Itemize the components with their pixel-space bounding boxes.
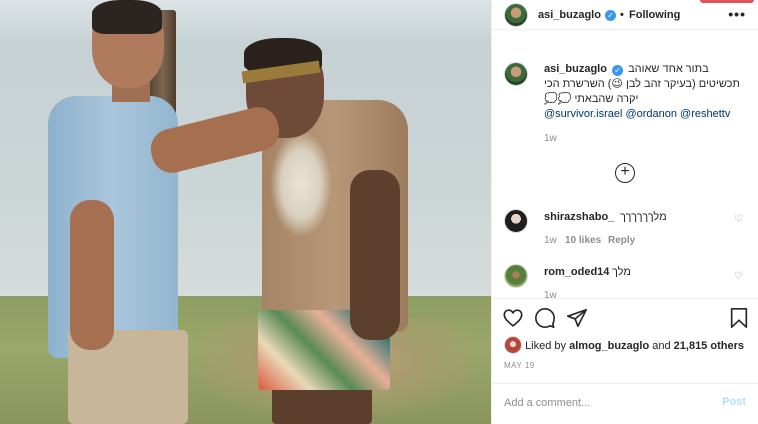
- photo-contestant-legs: [272, 384, 372, 424]
- caption-mentions[interactable]: @survivor.israel @ordanon @reshettv: [544, 107, 749, 122]
- comment-text: מלךךךךךך: [620, 211, 667, 223]
- photo-contestant-arm: [350, 170, 400, 340]
- comment-like-heart-icon[interactable]: ♡: [734, 215, 744, 225]
- more-horizontal-icon[interactable]: •••: [728, 6, 746, 22]
- verified-badge-icon: ✓: [612, 65, 624, 76]
- liked-by-user[interactable]: almog_buzaglo: [569, 340, 649, 352]
- caption-line-2: תכשיטים (בעיקר זהב לבן 😉) השרשרת הכי: [544, 78, 741, 90]
- comment-text: מלך: [612, 266, 631, 278]
- post-actions: Liked by almog_buzaglo and 21,815 others…: [492, 298, 758, 412]
- post-date: MAY 19: [504, 361, 535, 370]
- comment-reply-button[interactable]: Reply: [608, 235, 635, 246]
- likes-summary: Liked by almog_buzaglo and 21,815 others: [504, 336, 744, 355]
- post-header: asi_buzaglo ✓ • Following •••: [492, 0, 758, 30]
- comment-icon[interactable]: [534, 307, 556, 329]
- author-avatar[interactable]: [504, 3, 528, 27]
- comment-like-heart-icon[interactable]: ♡: [734, 272, 744, 282]
- post-image[interactable]: [0, 0, 491, 424]
- add-comment-row: Post: [492, 383, 758, 423]
- following-button[interactable]: Following: [629, 9, 680, 21]
- comment-username[interactable]: shirazshabo_: [544, 211, 614, 223]
- photo-host-arm: [70, 200, 114, 350]
- comment-time: 1w: [544, 235, 557, 246]
- bookmark-icon[interactable]: [728, 307, 750, 329]
- verified-badge-icon: ✓: [605, 10, 616, 21]
- heart-icon[interactable]: [502, 307, 524, 329]
- liked-by-prefix: Liked by: [525, 339, 567, 352]
- photo-contestant-necklace: [270, 130, 332, 238]
- caption-avatar[interactable]: [504, 62, 528, 86]
- caption-line-3: יקרה שהבאתי 💭💭: [544, 93, 639, 105]
- caption-line-1: בתור אחד שאוהב: [628, 63, 709, 75]
- photo-sky: [0, 0, 491, 40]
- caption-time: 1w: [544, 133, 557, 144]
- liker-avatar[interactable]: [504, 336, 522, 354]
- send-icon[interactable]: [566, 307, 588, 329]
- comment-likes[interactable]: 10 likes: [565, 235, 601, 246]
- post-sidebar: asi_buzaglo ✓ • Following ••• asi_buzagl…: [491, 0, 758, 424]
- header-separator: •: [620, 9, 624, 21]
- comment-avatar[interactable]: [504, 264, 528, 288]
- comment-username[interactable]: rom_oded14: [544, 266, 609, 278]
- photo-host-hair: [92, 0, 162, 34]
- comment-avatar[interactable]: [504, 209, 528, 233]
- plus-circle-icon[interactable]: +: [615, 163, 635, 183]
- add-comment-input[interactable]: [504, 394, 704, 412]
- post-comment-button[interactable]: Post: [722, 396, 746, 408]
- liked-by-others[interactable]: 21,815 others: [674, 340, 744, 352]
- header-username[interactable]: asi_buzaglo: [538, 9, 601, 21]
- caption-username[interactable]: asi_buzaglo: [544, 63, 607, 75]
- liked-by-and: and: [652, 339, 671, 352]
- caption: asi_buzaglo ✓ בתור אחד שאוהב תכשיטים (בע…: [544, 62, 749, 122]
